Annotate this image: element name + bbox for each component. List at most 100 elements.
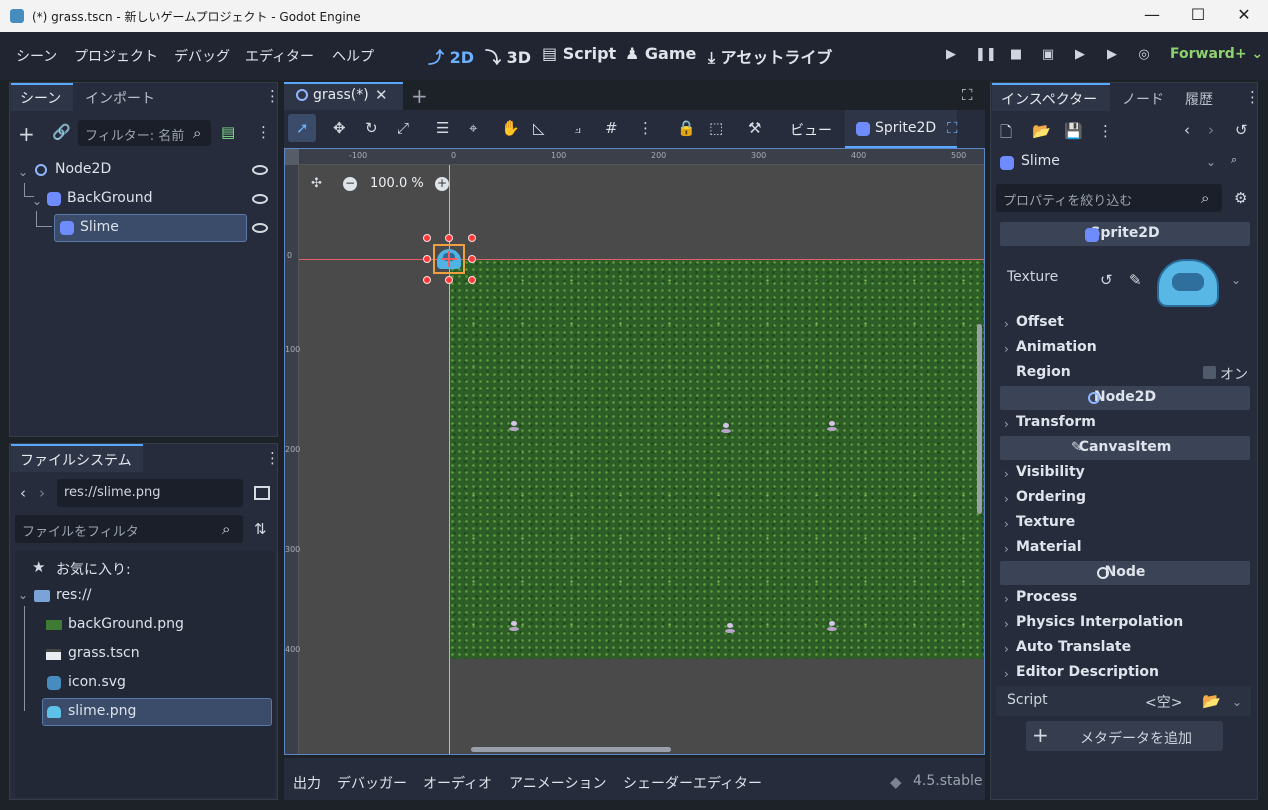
- tree-node-slime[interactable]: Slime: [80, 219, 119, 235]
- tree-node-node2d[interactable]: Node2D: [55, 161, 111, 177]
- prop-auto-translate[interactable]: Auto Translate: [1016, 639, 1131, 655]
- select-list-icon[interactable]: ☰: [436, 119, 449, 137]
- bone-icon[interactable]: ⚒: [748, 119, 761, 137]
- visibility-eye-icon[interactable]: [252, 165, 268, 175]
- prop-animation[interactable]: Animation: [1016, 339, 1097, 355]
- workspace-assetlib-button[interactable]: ⤓ アセットライブ: [708, 44, 832, 68]
- zoom-in-icon[interactable]: +: [435, 177, 449, 191]
- pan-hand-icon[interactable]: ✋: [501, 119, 520, 137]
- edit-resource-icon[interactable]: ✎: [1129, 271, 1142, 289]
- section-node[interactable]: Node: [1000, 561, 1250, 585]
- play-scene-icon[interactable]: ▶: [1071, 46, 1089, 64]
- minimize-icon[interactable]: —: [1140, 6, 1164, 26]
- snap-options-icon[interactable]: ⋮: [638, 119, 653, 137]
- new-resource-icon[interactable]: 🗋: [1000, 122, 1012, 147]
- property-settings-icon[interactable]: ⚙: [1234, 189, 1247, 207]
- resize-handle[interactable]: [468, 255, 476, 263]
- resize-handle[interactable]: [445, 276, 453, 284]
- region-checkbox[interactable]: [1203, 366, 1216, 379]
- zoom-out-icon[interactable]: −: [343, 177, 357, 191]
- resize-handle[interactable]: [423, 276, 431, 284]
- prop-process[interactable]: Process: [1016, 589, 1077, 605]
- workspace-2d-button[interactable]: ⤴ 2D: [428, 44, 474, 68]
- bottom-tab-shader-editor[interactable]: シェーダーエディター: [623, 773, 762, 793]
- tab-scene-label[interactable]: シーン: [20, 88, 61, 108]
- bottom-tab-output[interactable]: 出力: [293, 773, 321, 793]
- recent-history-icon[interactable]: ↺: [1235, 121, 1248, 139]
- background-grass-sprite[interactable]: [449, 259, 984, 659]
- movie-maker-icon[interactable]: ◎: [1135, 46, 1153, 64]
- move-tool-icon[interactable]: ✥: [333, 119, 346, 137]
- chevron-down-icon[interactable]: ⌄: [18, 165, 28, 179]
- pivot-tool-icon[interactable]: ⌖: [469, 119, 477, 137]
- close-tab-icon[interactable]: ✕: [375, 86, 388, 104]
- sort-icon[interactable]: ⇅: [254, 520, 267, 538]
- play-icon[interactable]: ▶: [942, 46, 960, 64]
- bottom-tab-debugger[interactable]: デバッガー: [337, 773, 407, 793]
- tab-history[interactable]: 履歴: [1185, 89, 1213, 109]
- sprite2d-menu-label[interactable]: Sprite2D: [875, 120, 936, 136]
- folder-res[interactable]: res://: [56, 587, 92, 603]
- menu-debug[interactable]: デバッグ: [174, 46, 230, 66]
- resize-handle[interactable]: [468, 234, 476, 242]
- menu-editor[interactable]: エディター: [245, 46, 314, 66]
- dock-menu-icon[interactable]: ⋮: [265, 449, 280, 467]
- fullscreen-icon[interactable]: ⛶: [947, 119, 958, 137]
- pause-icon[interactable]: ❚❚: [975, 46, 997, 64]
- dock-menu-icon[interactable]: ⋮: [1245, 88, 1260, 106]
- doc-icon[interactable]: ⌕: [1231, 153, 1237, 167]
- save-icon[interactable]: 💾: [1064, 122, 1083, 140]
- renderer-selector[interactable]: Forward+ ⌄: [1170, 46, 1263, 62]
- resize-handle[interactable]: [445, 234, 453, 242]
- object-selector[interactable]: Slime: [1021, 153, 1060, 169]
- scene-filter-input[interactable]: フィルター: 名前: [78, 120, 211, 146]
- workspace-script-button[interactable]: ▤ Script: [542, 44, 616, 63]
- section-node2d[interactable]: Node2D: [1000, 386, 1250, 410]
- chevron-down-icon[interactable]: ⌄: [18, 588, 28, 602]
- tab-grass-label[interactable]: grass(*): [313, 87, 369, 103]
- split-view-icon[interactable]: [254, 486, 270, 500]
- workspace-3d-button[interactable]: ⤵ 3D: [485, 44, 531, 68]
- zoom-level[interactable]: 100.0 %: [370, 176, 424, 191]
- center-view-icon[interactable]: ✣: [311, 176, 322, 191]
- attach-script-icon[interactable]: ▤: [221, 123, 235, 141]
- distraction-free-icon[interactable]: ⛶: [962, 86, 973, 104]
- prop-physics-interpolation[interactable]: Physics Interpolation: [1016, 614, 1183, 630]
- back-arrow-icon[interactable]: ‹: [20, 484, 26, 502]
- prop-transform[interactable]: Transform: [1016, 414, 1096, 430]
- tab-import[interactable]: インポート: [85, 88, 155, 108]
- visibility-eye-icon[interactable]: [252, 223, 268, 233]
- script-value[interactable]: <空>: [1145, 692, 1182, 712]
- file-icon-svg[interactable]: icon.svg: [68, 674, 126, 690]
- revert-icon[interactable]: ↺: [1100, 271, 1113, 289]
- favorites-label[interactable]: お気に入り:: [56, 559, 131, 579]
- prop-ordering[interactable]: Ordering: [1016, 489, 1086, 505]
- file-grass-tscn[interactable]: grass.tscn: [68, 645, 140, 661]
- resize-handle[interactable]: [423, 234, 431, 242]
- lock-icon[interactable]: 🔒: [677, 119, 696, 137]
- workspace-game-button[interactable]: ♟ Game: [625, 44, 696, 63]
- path-field[interactable]: res://slime.png: [57, 479, 243, 507]
- tree-node-background[interactable]: BackGround: [67, 190, 152, 206]
- section-sprite2d[interactable]: Sprite2D: [1000, 222, 1250, 246]
- rotate-tool-icon[interactable]: ↻: [365, 119, 378, 137]
- stop-icon[interactable]: ■: [1007, 46, 1025, 64]
- property-filter-input[interactable]: プロパティを絞り込む: [996, 184, 1222, 212]
- view-menu[interactable]: ビュー: [790, 120, 832, 140]
- play-custom-scene-icon[interactable]: ▶: [1103, 46, 1121, 64]
- resource-options-icon[interactable]: ⋮: [1098, 122, 1113, 140]
- history-back-icon[interactable]: ‹: [1184, 121, 1190, 139]
- file-slime-png[interactable]: slime.png: [68, 703, 136, 719]
- dock-menu-icon[interactable]: ⋮: [265, 87, 280, 105]
- load-script-icon[interactable]: 📂: [1202, 692, 1221, 710]
- prop-visibility[interactable]: Visibility: [1016, 464, 1085, 480]
- resize-handle[interactable]: [423, 255, 431, 263]
- open-folder-icon[interactable]: 📂: [1032, 122, 1051, 140]
- prop-texture[interactable]: Texture: [1016, 514, 1075, 530]
- chevron-down-icon[interactable]: ⌄: [1232, 695, 1242, 709]
- remote-debug-icon[interactable]: ▣: [1039, 46, 1057, 64]
- tab-inspector-label[interactable]: インスペクター: [1001, 89, 1097, 109]
- ruler-tool-icon[interactable]: ◺: [533, 119, 545, 137]
- smart-snap-icon[interactable]: ⟓: [574, 119, 581, 137]
- grid-snap-icon[interactable]: #: [605, 119, 618, 137]
